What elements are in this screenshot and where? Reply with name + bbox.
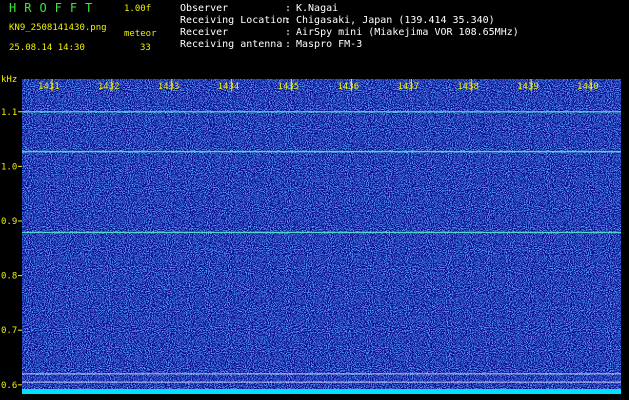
y-tick-label: 1.0 bbox=[1, 162, 17, 172]
x-tick-label: 1440 bbox=[577, 82, 599, 92]
x-tick-label: 1433 bbox=[158, 82, 180, 92]
spectrogram-chart: 1431 1432 1433 1434 1435 1436 1437 1438 1439 1440… bbox=[1, 75, 621, 394]
x-tick-label: 1431 bbox=[38, 82, 60, 92]
x-tick-label: 1436 bbox=[337, 82, 359, 92]
y-tick-label: 0.8 bbox=[1, 272, 17, 282]
spectrogram-baseline bbox=[22, 389, 621, 394]
y-tick-label: 1.1 bbox=[1, 108, 17, 118]
y-axis-label: kHz bbox=[1, 75, 17, 85]
x-tick-label: 1437 bbox=[397, 82, 419, 92]
x-tick-label: 1435 bbox=[278, 82, 300, 92]
y-tick-label: 0.9 bbox=[1, 217, 17, 227]
x-tick-label: 1432 bbox=[98, 82, 120, 92]
y-tick-label: 0.7 bbox=[1, 326, 17, 336]
spectrogram-noise bbox=[22, 79, 621, 393]
x-tick-label: 1439 bbox=[517, 82, 539, 92]
y-tick-label: 0.6 bbox=[1, 381, 17, 391]
x-tick-label: 1434 bbox=[218, 82, 240, 92]
x-tick-label: 1438 bbox=[457, 82, 479, 92]
